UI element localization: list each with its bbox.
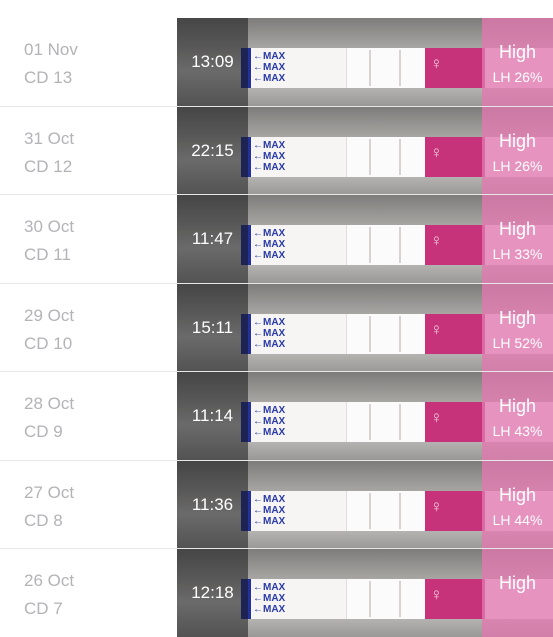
entry-cycle-day: CD 8: [24, 511, 63, 530]
test-entry-row[interactable]: 28 Oct CD 9 ←MAX←MAX←MAX ♀ 11:14 High: [0, 371, 553, 460]
lh-percentage: LH 26%: [492, 69, 543, 85]
lh-result-badge: High LH 33%: [482, 195, 553, 283]
strip-handle-logo: ♀: [425, 491, 485, 531]
lh-result-badge: High: [482, 549, 553, 637]
entry-time: 13:09: [191, 52, 234, 71]
entry-date-block: 01 Nov CD 13: [24, 36, 78, 92]
max-arrows: ←MAX ←MAX ←MAX: [253, 140, 286, 173]
strip-handle-logo: ♀: [425, 579, 485, 619]
entry-date-block: 27 Oct CD 8: [24, 479, 74, 535]
lh-result-badge: High LH 26%: [482, 107, 553, 195]
entry-date: 31 Oct: [24, 129, 75, 148]
test-line: [369, 581, 371, 617]
test-strip-photo[interactable]: ←MAX ←MAX ←MAX ♀ 12:18 High: [177, 549, 553, 637]
max-arrows: ←MAX ←MAX ←MAX: [253, 51, 286, 84]
test-strip-photo[interactable]: ←MAX ←MAX ←MAX ♀ 11:36 High LH 44%: [177, 461, 553, 549]
entry-date-block: 28 Oct CD 9: [24, 390, 74, 446]
lh-level: High: [498, 573, 537, 593]
lh-result-badge: High LH 43%: [482, 372, 553, 460]
test-entry-row[interactable]: 27 Oct CD 8 ←MAX←MAX←MAX ♀ 11:36 High: [0, 460, 553, 549]
strip-handle-logo: ♀: [425, 225, 485, 265]
max-arrows: ←MAX ←MAX ←MAX: [253, 228, 286, 261]
test-entry-row[interactable]: 29 Oct CD 10 ←MAX ←MAX ←MAX ♀ 15:11 High…: [0, 283, 553, 372]
lh-percentage: LH 33%: [492, 246, 543, 262]
test-entry-row[interactable]: 26 Oct CD 7 ←MAX ←MAX ←MAX ♀ 12:18 High: [0, 548, 553, 637]
max-arrows: ←MAX ←MAX ←MAX: [253, 405, 286, 438]
entry-date: 01 Nov: [24, 40, 78, 59]
lh-level: High: [498, 396, 537, 416]
control-line: [399, 316, 401, 352]
lh-result-badge: High LH 44%: [482, 461, 553, 549]
control-line: [399, 493, 401, 529]
lh-level: High: [498, 131, 537, 151]
entry-cycle-day: CD 10: [24, 334, 73, 353]
lh-result-badge: High LH 52%: [482, 284, 553, 372]
result-window: [346, 314, 426, 354]
entry-time: 11:47: [191, 229, 234, 248]
test-line: [369, 404, 371, 440]
max-arrows: ←MAX ←MAX ←MAX: [253, 582, 286, 615]
entry-date-block: 30 Oct CD 11: [24, 213, 74, 269]
control-line: [399, 227, 401, 263]
entry-time: 11:14: [191, 406, 234, 425]
test-line: [369, 50, 371, 86]
result-window: [346, 48, 426, 88]
max-arrows: ←MAX ←MAX ←MAX: [253, 494, 286, 527]
entry-time: 22:15: [191, 141, 234, 160]
control-line: [399, 50, 401, 86]
entry-cycle-day: CD 11: [24, 245, 71, 264]
lh-level: High: [498, 42, 537, 62]
entry-cycle-day: CD 13: [24, 68, 73, 87]
entry-date-block: 29 Oct CD 10: [24, 302, 74, 358]
entry-date: 29 Oct: [24, 306, 75, 325]
max-arrows: ←MAX ←MAX ←MAX: [253, 317, 286, 350]
test-strip-photo[interactable]: ←MAX ←MAX ←MAX ♀ 22:15 High LH 26%: [177, 107, 553, 195]
entry-cycle-day: CD 9: [24, 422, 63, 441]
entry-cycle-day: CD 7: [24, 599, 63, 618]
lh-percentage: LH 26%: [492, 158, 543, 174]
result-window: [346, 137, 426, 177]
entry-date: 26 Oct: [24, 571, 75, 590]
lh-percentage: LH 44%: [492, 512, 543, 528]
strip-handle-logo: ♀: [425, 137, 485, 177]
control-line: [399, 581, 401, 617]
test-entry-row[interactable]: 01 Nov CD 13 ←MAX ←MAX ←MAX ♀ 13:09 High…: [0, 18, 553, 106]
result-window: [346, 225, 426, 265]
test-line: [369, 316, 371, 352]
strip-handle-logo: ♀: [425, 402, 485, 442]
control-line: [399, 404, 401, 440]
entry-date: 28 Oct: [24, 394, 75, 413]
test-strip-photo[interactable]: ←MAX ←MAX ←MAX ♀ 13:09 High LH 26%: [177, 18, 553, 106]
result-window: [346, 491, 426, 531]
entry-date-block: 26 Oct CD 7: [24, 567, 74, 623]
lh-percentage: LH 52%: [492, 335, 543, 351]
lh-level: High: [498, 308, 537, 328]
entry-time: 15:11: [191, 318, 234, 337]
entry-time: 12:18: [191, 583, 234, 602]
entry-time: 11:36: [191, 495, 234, 514]
test-line: [369, 227, 371, 263]
test-strip-photo[interactable]: ←MAX ←MAX ←MAX ♀ 11:14 High LH 43%: [177, 372, 553, 460]
lh-result-badge: High LH 26%: [482, 18, 553, 106]
lh-percentage: LH 43%: [492, 423, 543, 439]
entry-date: 27 Oct: [24, 483, 75, 502]
lh-level: High: [498, 219, 537, 239]
test-strip-photo[interactable]: ←MAX ←MAX ←MAX ♀ 15:11 High LH 52%: [177, 284, 553, 372]
result-window: [346, 402, 426, 442]
test-strip-photo[interactable]: ←MAX ←MAX ←MAX ♀ 11:47 High LH 33%: [177, 195, 553, 283]
test-entry-row[interactable]: 31 Oct CD 12 ←MAX ←MAX ←MAX ♀ 22:15 High…: [0, 106, 553, 195]
test-history-list: 01 Nov CD 13 ←MAX ←MAX ←MAX ♀ 13:09 High…: [0, 0, 553, 637]
test-line: [369, 493, 371, 529]
entry-date: 30 Oct: [24, 217, 75, 236]
test-entry-row[interactable]: 30 Oct CD 11 ←MAX ←MAX ←MAX ♀ 11:47 High…: [0, 194, 553, 283]
strip-handle-logo: ♀: [425, 314, 485, 354]
entry-date-block: 31 Oct CD 12: [24, 125, 74, 181]
strip-handle-logo: ♀: [425, 48, 485, 88]
result-window: [346, 579, 426, 619]
entry-cycle-day: CD 12: [24, 157, 73, 176]
test-line: [369, 139, 371, 175]
control-line: [399, 139, 401, 175]
lh-level: High: [498, 485, 537, 505]
